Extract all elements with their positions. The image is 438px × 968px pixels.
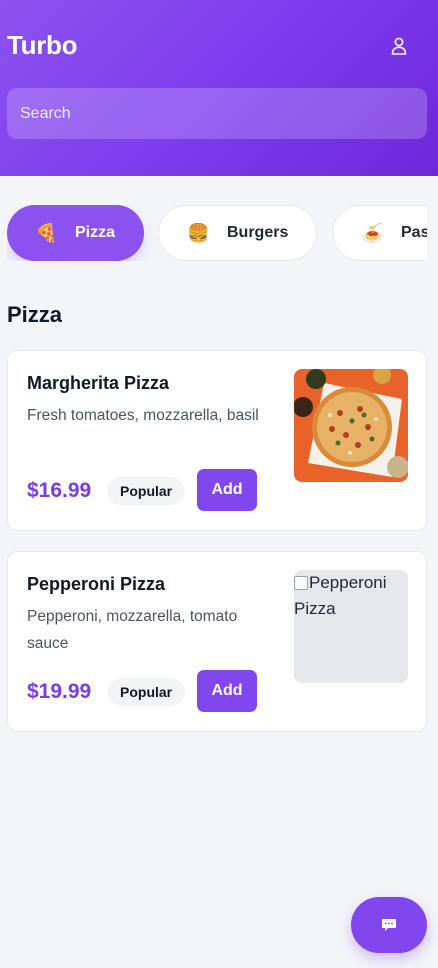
- category-burgers[interactable]: 🍔 Burgers: [158, 205, 317, 261]
- popular-badge: Popular: [107, 477, 186, 505]
- chat-button[interactable]: [351, 897, 427, 953]
- burger-icon: 🍔: [187, 222, 210, 243]
- category-label: Burgers: [227, 224, 289, 241]
- pizza-image[interactable]: [294, 369, 408, 482]
- item-name: Margherita Pizza: [27, 373, 170, 393]
- item-description: Fresh tomatoes, mozzarella, basil: [27, 407, 259, 424]
- pasta-icon: 🍝: [361, 222, 384, 243]
- popular-badge: Popular: [107, 678, 186, 706]
- menu-item-card: Margherita Pizza Fresh tomatoes, mozzare…: [7, 350, 427, 531]
- user-icon[interactable]: [388, 35, 410, 57]
- add-button[interactable]: Add: [197, 469, 257, 511]
- add-button[interactable]: Add: [197, 670, 257, 712]
- broken-image-icon: [294, 576, 308, 590]
- category-label: Pasta: [401, 224, 427, 241]
- menu-item-card: Pepperoni Pizza Pepperoni, mozzarella, t…: [7, 551, 427, 732]
- chat-icon: [382, 919, 396, 931]
- section-title: Pizza: [7, 302, 63, 327]
- item-price: $16.99: [27, 479, 92, 502]
- app-header: Turbo: [0, 0, 438, 176]
- category-pizza[interactable]: 🍕 Pizza: [7, 205, 144, 261]
- category-pasta[interactable]: 🍝 Pasta: [332, 205, 427, 261]
- item-price: $19.99: [27, 680, 92, 703]
- search-bar[interactable]: [7, 88, 427, 139]
- pizza-icon: 🍕: [35, 222, 58, 243]
- search-input[interactable]: [20, 104, 427, 123]
- item-description: Pepperoni, mozzarella, tomato sauce: [27, 608, 238, 652]
- app-title: Turbo: [7, 30, 78, 60]
- category-scroller[interactable]: 🍕 Pizza 🍔 Burgers 🍝 Pasta: [7, 205, 427, 261]
- category-label: Pizza: [75, 224, 116, 241]
- item-name: Pepperoni Pizza: [27, 574, 166, 594]
- broken-image[interactable]: Pepperoni Pizza: [294, 570, 408, 683]
